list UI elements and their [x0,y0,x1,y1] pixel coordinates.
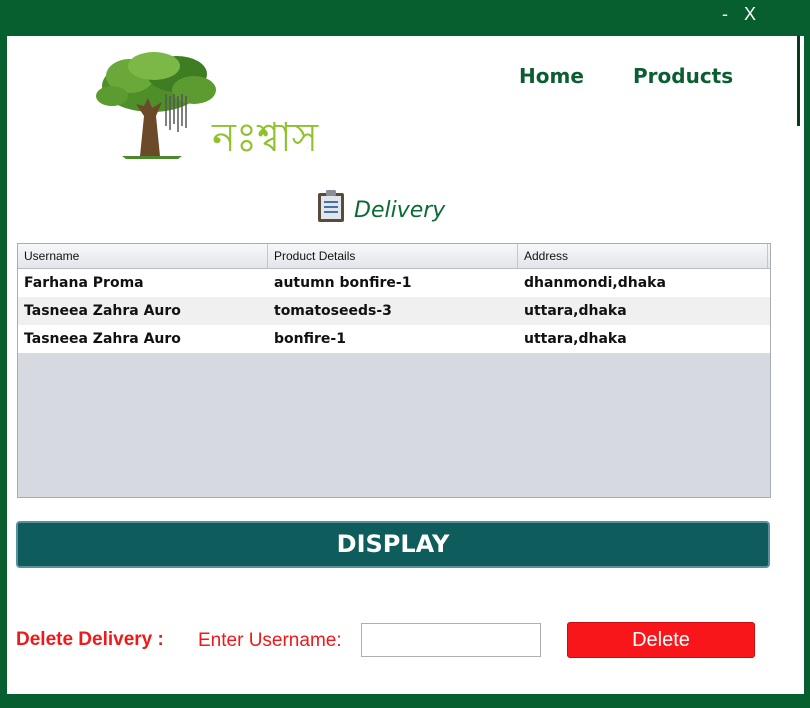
cell-product-details: bonfire-1 [274,331,346,347]
close-button[interactable]: X [744,4,756,25]
table-row[interactable]: Tasneea Zahra Auro tomatoseeds-3 uttara,… [18,297,770,325]
cell-username: Tasneea Zahra Auro [24,303,181,319]
column-header-username[interactable]: Username [18,244,268,268]
minimize-button[interactable]: - [722,4,728,25]
cell-address: dhanmondi,dhaka [524,275,666,291]
section-header: Delivery [316,188,445,223]
table-row[interactable]: Farhana Proma autumn bonfire-1 dhanmondi… [18,269,770,297]
delete-button[interactable]: Delete [567,622,755,658]
table-row[interactable]: Tasneea Zahra Auro bonfire-1 uttara,dhak… [18,325,770,353]
enter-username-label: Enter Username: [198,630,342,651]
cell-username: Farhana Proma [24,275,144,291]
nav-home[interactable]: Home [519,64,584,88]
logo-text: নঃশ্বাস [212,115,319,161]
cell-address: uttara,dhaka [524,303,627,319]
delete-delivery-label: Delete Delivery : [16,629,164,650]
cell-product-details: tomatoseeds-3 [274,303,392,319]
nav-products[interactable]: Products [633,64,733,88]
cell-username: Tasneea Zahra Auro [24,331,181,347]
scrollbar-edge [797,36,800,126]
window-controls: - X [722,4,756,25]
delivery-table: Username Product Details Address Farhana… [17,243,771,498]
section-title: Delivery [354,198,446,223]
main-panel: নঃশ্বাস Home Products Delivery Username … [7,36,804,694]
column-header-address[interactable]: Address [518,244,768,268]
table-header: Username Product Details Address [18,244,770,269]
column-header-product-details[interactable]: Product Details [268,244,518,268]
tree-logo: নঃশ্বাস [82,46,318,166]
username-input[interactable] [361,623,541,657]
clipboard-icon [318,189,344,222]
app-window: - X নঃশ্বাস Home Products Delivery Usern… [0,0,810,708]
cell-address: uttara,dhaka [524,331,627,347]
cell-product-details: autumn bonfire-1 [274,275,412,291]
display-button[interactable]: DISPLAY [16,521,770,568]
